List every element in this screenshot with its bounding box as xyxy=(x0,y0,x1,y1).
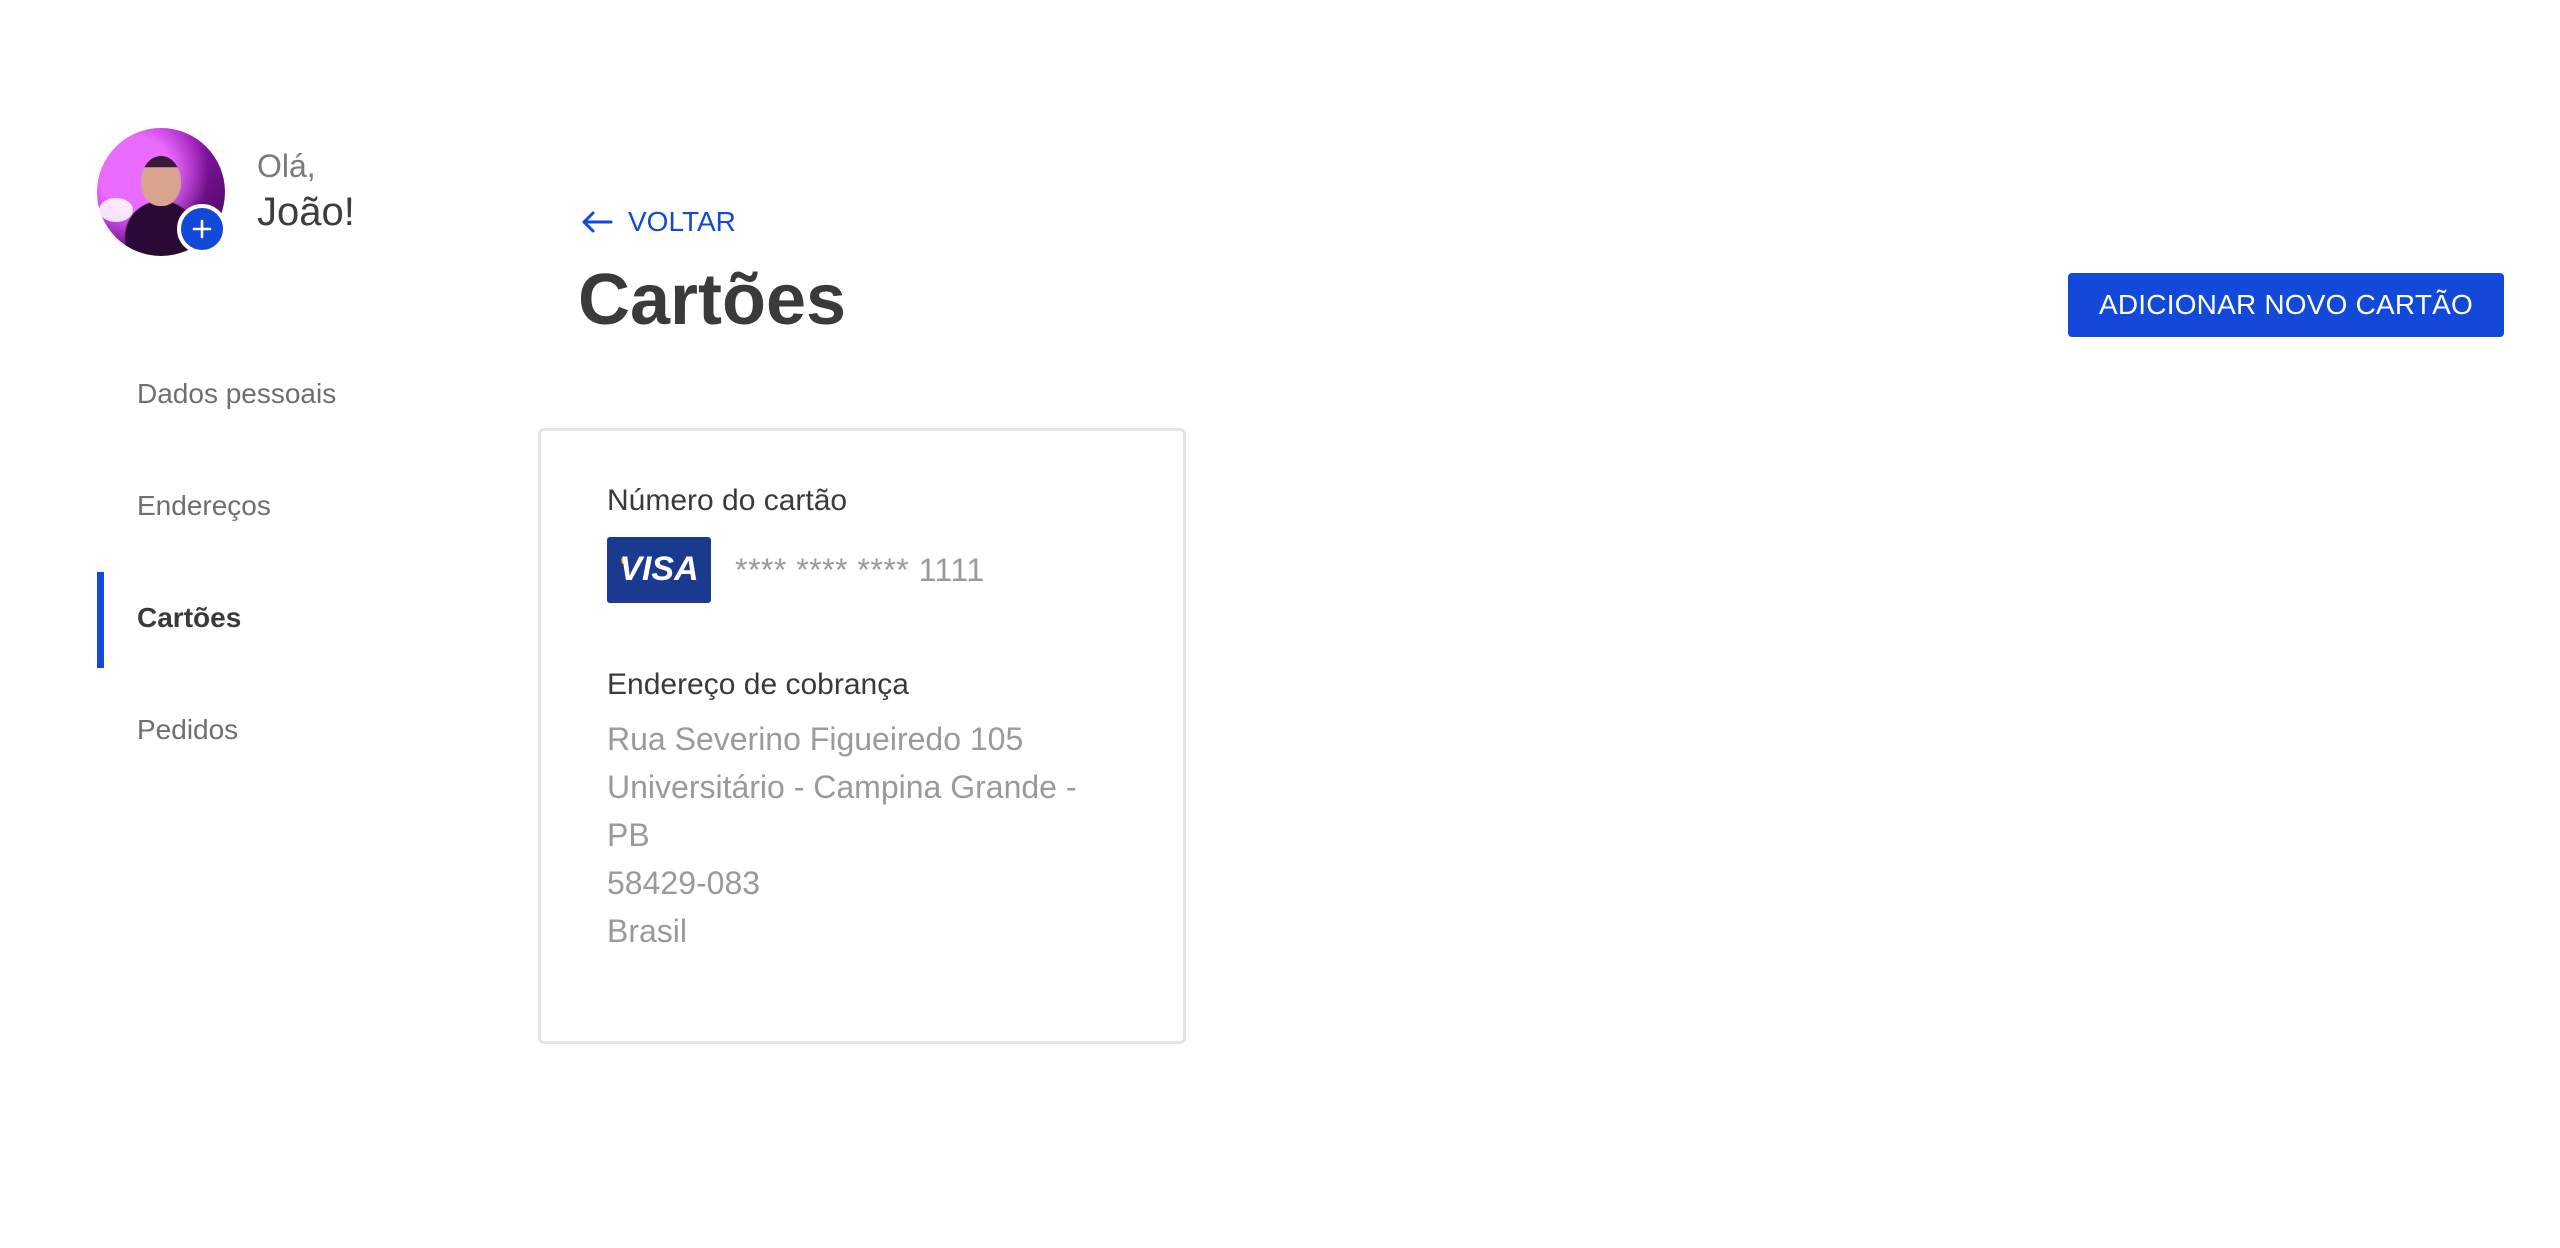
greeting-name: João! xyxy=(257,190,355,234)
billing-address: Rua Severino Figueiredo 105 Universitári… xyxy=(607,715,1127,955)
back-link[interactable]: VOLTAR xyxy=(580,206,736,238)
sidebar-item-label: Pedidos xyxy=(137,714,239,745)
sidebar-item-label: Endereços xyxy=(137,490,271,521)
address-district-city: Universitário - Campina Grande - xyxy=(607,769,1077,805)
sidebar-item-label: Dados pessoais xyxy=(137,378,337,409)
sidebar-item-label: Cartões xyxy=(137,602,242,633)
add-new-card-button[interactable]: ADICIONAR NOVO CARTÃO xyxy=(2068,273,2504,337)
back-link-label: VOLTAR xyxy=(628,206,736,237)
greeting-hello: Olá, xyxy=(257,148,316,184)
address-country: Brasil xyxy=(607,913,688,949)
masked-card-number: **** **** **** 1111 xyxy=(735,551,985,588)
plus-icon xyxy=(192,219,212,239)
arrow-left-icon xyxy=(582,211,613,233)
address-street: Rua Severino Figueiredo 105 xyxy=(607,721,1024,757)
sidebar-item-dados-pessoais[interactable]: Dados pessoais xyxy=(97,338,497,450)
credit-card-panel: Número do cartão VISA **** **** **** 111… xyxy=(538,428,1186,1044)
sidebar-item-enderecos[interactable]: Endereços xyxy=(97,450,497,562)
card-number-label: Número do cartão xyxy=(607,484,848,517)
avatar[interactable] xyxy=(97,128,227,256)
visa-logo: VISA xyxy=(607,537,711,603)
avatar-photo xyxy=(141,156,181,206)
sidebar-item-pedidos[interactable]: Pedidos xyxy=(97,674,497,786)
page-title: Cartões xyxy=(578,260,847,340)
add-photo-button[interactable] xyxy=(177,204,227,254)
sidebar: Olá, João! Dados pessoais Endereços Cart… xyxy=(0,0,520,1248)
address-postal-code: 58429-083 xyxy=(607,865,761,901)
greeting: Olá, João! xyxy=(257,146,355,238)
account-page: Olá, João! Dados pessoais Endereços Cart… xyxy=(0,0,2560,1248)
active-indicator xyxy=(97,572,104,668)
sidebar-item-cartoes[interactable]: Cartões xyxy=(97,562,497,674)
svg-text:VISA: VISA xyxy=(619,550,698,588)
avatar-photo-highlight xyxy=(99,198,133,222)
billing-address-label: Endereço de cobrança xyxy=(607,668,909,701)
profile-header: Olá, João! xyxy=(97,128,355,256)
address-state: PB xyxy=(607,817,650,853)
visa-wordmark-icon: VISA xyxy=(619,550,698,588)
card-number-row: VISA **** **** **** 1111 xyxy=(607,537,1183,603)
sidebar-nav: Dados pessoais Endereços Cartões Pedidos xyxy=(97,338,497,786)
